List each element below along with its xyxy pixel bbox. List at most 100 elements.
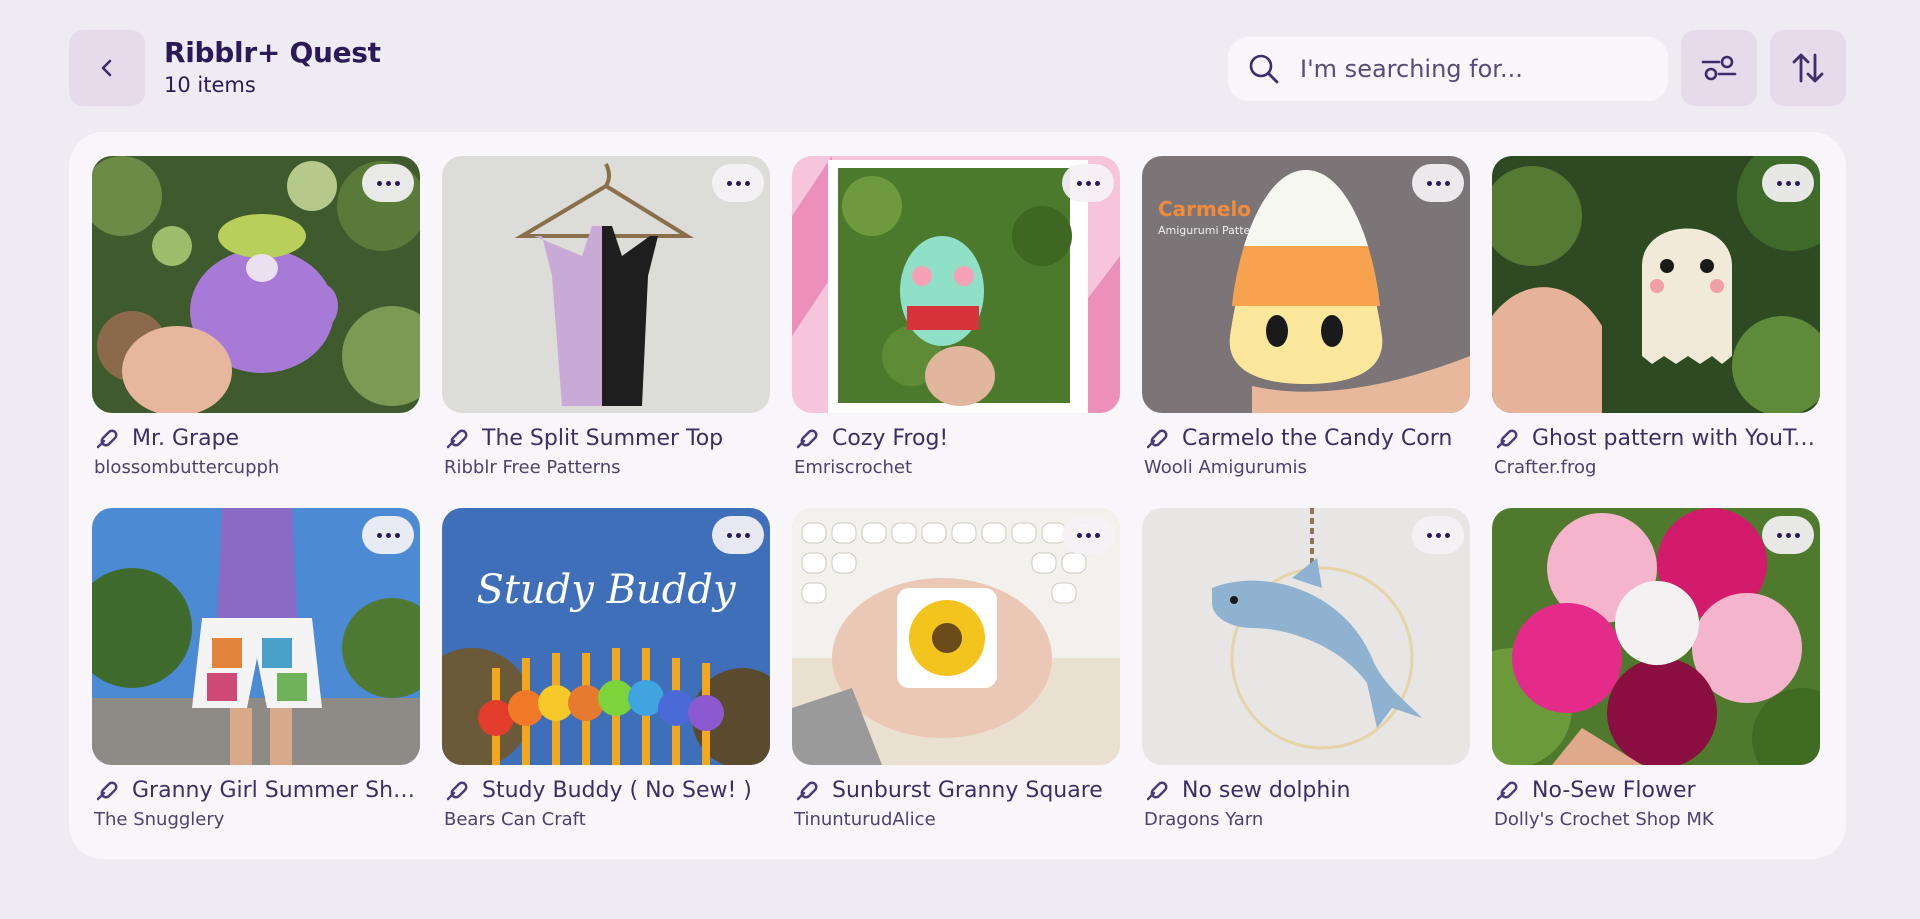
svg-text:Amigurumi Pattern: Amigurumi Pattern xyxy=(1158,224,1262,237)
card-author[interactable]: The Snugglery xyxy=(94,809,420,830)
card-title-row: Granny Girl Summer Sho... xyxy=(92,775,420,805)
dot xyxy=(1444,532,1450,538)
pattern-card[interactable]: Granny Girl Summer Sho... The Snugglery xyxy=(92,508,420,846)
pin-link-icon xyxy=(796,429,818,449)
pattern-card[interactable]: The Split Summer Top Ribblr Free Pattern… xyxy=(442,156,770,494)
sort-button[interactable] xyxy=(1770,30,1846,106)
dot xyxy=(1076,180,1082,186)
more-options-button[interactable] xyxy=(1062,516,1114,554)
dot xyxy=(1794,532,1800,538)
pin-link-icon xyxy=(1496,429,1518,449)
search-bar[interactable] xyxy=(1228,37,1668,101)
card-author[interactable]: TinunturudAlice xyxy=(794,809,1120,830)
pattern-thumbnail[interactable] xyxy=(792,156,1120,413)
card-author[interactable]: Dolly's Crochet Shop MK xyxy=(1494,809,1820,830)
svg-text:Carmelo: Carmelo xyxy=(1158,197,1251,221)
pattern-card[interactable]: No-Sew Flower Dolly's Crochet Shop MK xyxy=(1492,508,1820,846)
pattern-card[interactable]: Study Buddy Study Buddy (No Sew!) Bear… xyxy=(442,508,770,846)
pattern-thumbnail[interactable] xyxy=(1142,508,1470,765)
sliders-icon xyxy=(1701,55,1737,81)
item-count: 10 items xyxy=(164,73,256,97)
card-title-row: Sunburst Granny Square xyxy=(792,775,1120,805)
dot xyxy=(394,532,400,538)
pin-link-icon xyxy=(446,429,468,449)
more-options-button[interactable] xyxy=(712,164,764,202)
more-options-button[interactable] xyxy=(362,516,414,554)
dot xyxy=(726,532,732,538)
card-title[interactable]: Carmelo the Candy Corn xyxy=(1182,426,1452,451)
more-options-button[interactable] xyxy=(1762,164,1814,202)
pattern-thumbnail[interactable] xyxy=(792,508,1120,765)
dot xyxy=(1794,180,1800,186)
chevron-left-icon xyxy=(101,59,112,77)
pattern-card[interactable]: Cozy Frog! Emriscrochet xyxy=(792,156,1120,494)
items-grid: Mr. Grape blossombuttercupph The Split S… xyxy=(92,156,1820,846)
page-title: Ribblr+ Quest xyxy=(164,36,381,69)
pattern-thumbnail[interactable] xyxy=(1492,156,1820,413)
dot xyxy=(1076,532,1082,538)
filter-button[interactable] xyxy=(1681,30,1757,106)
card-author[interactable]: Emriscrochet xyxy=(794,457,1120,478)
pattern-card[interactable]: No sew dolphin Dragons Yarn xyxy=(1142,508,1470,846)
pattern-card[interactable]: Carmelo Amigurumi Pattern Carmelo the Ca… xyxy=(1142,156,1470,494)
pattern-card[interactable]: Ghost pattern with YouTu... Crafter.frog xyxy=(1492,156,1820,494)
pattern-card[interactable]: Mr. Grape blossombuttercupph xyxy=(92,156,420,494)
pattern-thumbnail[interactable] xyxy=(92,156,420,413)
dot xyxy=(1776,180,1782,186)
card-title-row: Study Buddy ( No Sew! ) xyxy=(442,775,770,805)
search-icon xyxy=(1249,54,1279,84)
dot xyxy=(744,180,750,186)
pattern-thumbnail[interactable] xyxy=(1492,508,1820,765)
more-options-button[interactable] xyxy=(1762,516,1814,554)
back-button[interactable] xyxy=(69,30,145,106)
card-title[interactable]: Mr. Grape xyxy=(132,426,239,451)
card-title[interactable]: The Split Summer Top xyxy=(482,426,723,451)
card-title[interactable]: No-Sew Flower xyxy=(1532,778,1696,803)
items-panel: Mr. Grape blossombuttercupph The Split S… xyxy=(69,132,1846,859)
pattern-thumbnail[interactable]: Study Buddy xyxy=(442,508,770,765)
pattern-thumbnail[interactable] xyxy=(92,508,420,765)
more-options-button[interactable] xyxy=(1412,164,1464,202)
card-title[interactable]: Cozy Frog! xyxy=(832,426,948,451)
dot xyxy=(735,180,741,186)
card-title[interactable]: No sew dolphin xyxy=(1182,778,1350,803)
card-title-row: Ghost pattern with YouTu... xyxy=(1492,423,1820,453)
more-options-button[interactable] xyxy=(712,516,764,554)
svg-text:Study Buddy: Study Buddy xyxy=(476,567,737,613)
pattern-card[interactable]: Sunburst Granny Square TinunturudAlice xyxy=(792,508,1120,846)
card-author[interactable]: Crafter.frog xyxy=(1494,457,1820,478)
more-options-button[interactable] xyxy=(1412,516,1464,554)
card-author[interactable]: Dragons Yarn xyxy=(1144,809,1470,830)
pin-link-icon xyxy=(1146,429,1168,449)
dot xyxy=(394,180,400,186)
dot xyxy=(1094,180,1100,186)
dot xyxy=(1085,180,1091,186)
more-options-button[interactable] xyxy=(362,164,414,202)
card-title[interactable]: Granny Girl Summer Sho... xyxy=(132,778,420,803)
card-title[interactable]: Study Buddy ( No Sew! ) xyxy=(482,778,752,803)
pin-link-icon xyxy=(1146,781,1168,801)
pin-link-icon xyxy=(96,781,118,801)
dot xyxy=(1785,180,1791,186)
dot xyxy=(726,180,732,186)
sort-arrows-icon xyxy=(1792,53,1824,83)
card-author[interactable]: Ribblr Free Patterns xyxy=(444,457,770,478)
search-input[interactable] xyxy=(1298,54,1662,84)
dot xyxy=(735,532,741,538)
header: Ribblr+ Quest 10 items xyxy=(69,30,1846,106)
title-block: Ribblr+ Quest 10 items xyxy=(164,36,381,98)
pin-link-icon xyxy=(446,781,468,801)
pattern-thumbnail[interactable]: Carmelo Amigurumi Pattern xyxy=(1142,156,1470,413)
pattern-thumbnail[interactable] xyxy=(442,156,770,413)
more-options-button[interactable] xyxy=(1062,164,1114,202)
card-author[interactable]: Wooli Amigurumis xyxy=(1144,457,1470,478)
card-author[interactable]: Bears Can Craft xyxy=(444,809,770,830)
card-title[interactable]: Sunburst Granny Square xyxy=(832,778,1103,803)
pin-link-icon xyxy=(96,429,118,449)
pin-link-icon xyxy=(1496,781,1518,801)
card-author[interactable]: blossombuttercupph xyxy=(94,457,420,478)
dot xyxy=(1426,180,1432,186)
card-title[interactable]: Ghost pattern with YouTu... xyxy=(1532,426,1820,451)
dot xyxy=(1435,180,1441,186)
dot xyxy=(1444,180,1450,186)
